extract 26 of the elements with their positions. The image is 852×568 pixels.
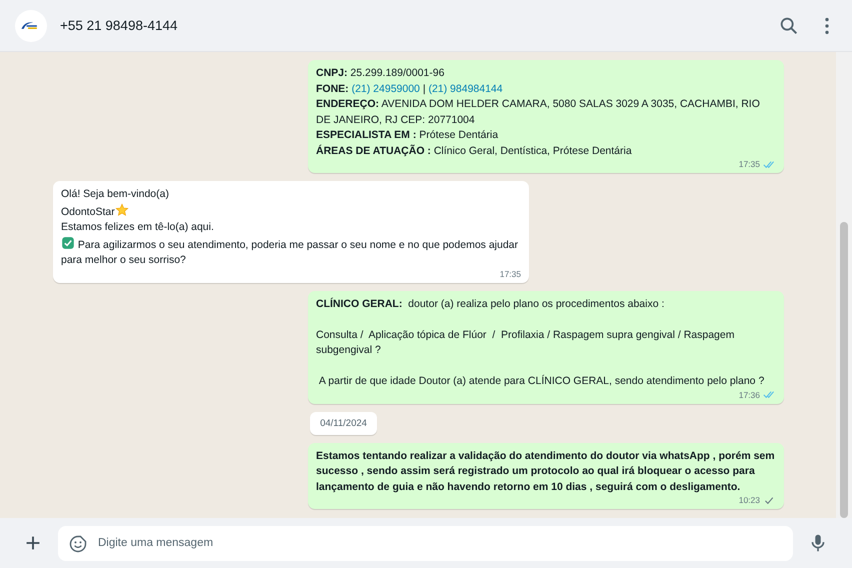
message-time: 10:23	[738, 495, 760, 505]
sticker-icon[interactable]	[68, 534, 88, 554]
scrollbar[interactable]	[836, 52, 852, 518]
message-text: Olá! Seja bem-vindo(a)	[61, 187, 170, 202]
contact-avatar[interactable]	[15, 10, 47, 42]
message-text: ESPECIALISTA EM : Prótese Dentária	[316, 128, 500, 143]
phone-link[interactable]: (21) 24959000	[352, 82, 420, 94]
message-text: Para agilizarmos o seu atendimento, poderia me passar o seu nome e no que podemos ajudar para melhor o seu sorriso?	[61, 236, 521, 268]
message-text: ENDEREÇO: AVENIDA DOM HELDER CAMARA, 5080 SALAS 3029 A 3035, CACHAMBI, RIO DE JANEIRO, RJ CEP: 20771004	[316, 97, 761, 128]
message-text: CLÍNICO GERAL: doutor (a) realiza pelo plano os procedimentos abaixo : Consulta / Aplicação tópica de Flúor / Profilaxia / Raspagem supra gengival / Raspagem subgengival ? A partir de que idade Doutor (a) atende para CLÍNICO GERAL, sendo atendimento pelo plano ?	[316, 296, 766, 389]
check-icon	[61, 236, 75, 250]
message-text: Estamos felizes em tê-lo(a) aqui.	[61, 220, 215, 235]
message-text: CNPJ: 25.299.189/0001-96	[316, 66, 446, 81]
message-input[interactable]: Digite uma mensagem	[58, 526, 793, 560]
message-time: 17:35	[738, 159, 760, 169]
star-icon	[114, 202, 129, 216]
scrollbar-thumb[interactable]	[840, 222, 848, 518]
message-text: ÁREAS DE ATUAÇÃO : Clínico Geral, Dentística, Prótese Dentária	[316, 144, 633, 158]
phone-link[interactable]: (21) 984984144	[428, 82, 503, 94]
message-text: FONE: (21) 24959000 | (21) 984984144	[316, 82, 504, 96]
contact-name: +55 21 98498-4144	[60, 18, 178, 33]
message-text: Estamos tentando realizar a validação do atendimento do doutor via whatsApp , porém sem sucesso , sendo assim será registrado um protocolo ao qual irá bloquear o acesso para lançamento de guia e não havendo retorno em 10 dias , seguirá com o desligamento.	[316, 448, 776, 494]
message-text: OdontoStar	[61, 202, 521, 220]
message-time: 17:35	[500, 268, 521, 278]
date-chip: 04/11/2024	[310, 412, 377, 434]
message-time: 17:36	[738, 390, 760, 400]
